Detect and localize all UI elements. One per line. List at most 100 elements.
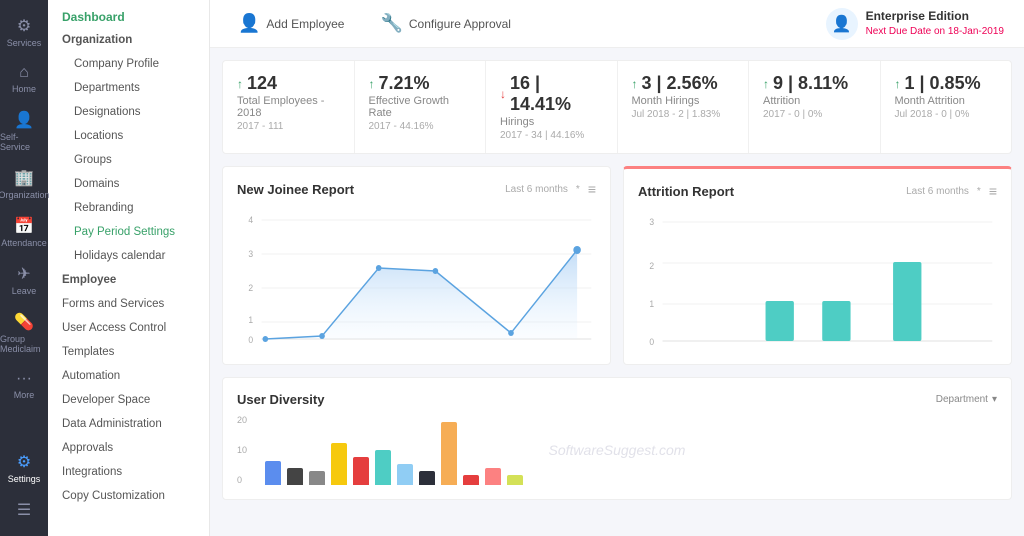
stats-row: ↑ 124 Total Employees - 2018 2017 - 111 … xyxy=(222,60,1012,154)
sidebar-label-more: More xyxy=(14,390,35,400)
diversity-chevron-icon: ▾ xyxy=(992,394,997,405)
div-bar-6 xyxy=(375,450,391,485)
nav-designations[interactable]: Designations xyxy=(48,100,209,124)
stat-arrow-4: ↑ xyxy=(763,77,769,91)
stat-sub-0: 2017 - 111 xyxy=(237,121,340,132)
home-icon: ⌂ xyxy=(19,64,29,82)
enterprise-name: Enterprise Edition xyxy=(866,9,1004,25)
charts-row: New Joinee Report Last 6 months * ≡ 4 3 … xyxy=(222,166,1012,365)
svg-text:1: 1 xyxy=(649,299,654,309)
nav-holidays[interactable]: Holidays calendar xyxy=(48,244,209,268)
configure-approval-label: Configure Approval xyxy=(409,17,511,31)
sidebar-item-leave[interactable]: ✈ Leave xyxy=(0,256,48,304)
stat-value-3: 3 | 2.56% xyxy=(642,73,718,94)
nav-company-profile[interactable]: Company Profile xyxy=(48,52,209,76)
leave-icon: ✈ xyxy=(17,264,30,284)
mediclaim-icon: 💊 xyxy=(14,312,34,332)
sidebar-item-menu[interactable]: ☰ xyxy=(0,492,48,528)
sidebar-item-organization[interactable]: 🏢 Organization xyxy=(0,160,48,208)
nav-forms-services[interactable]: Forms and Services xyxy=(48,292,209,316)
stat-value-5: 1 | 0.85% xyxy=(905,73,981,94)
sidebar-item-selfservice[interactable]: 👤 Self-Service xyxy=(0,102,48,160)
nav-domains[interactable]: Domains xyxy=(48,172,209,196)
nav-departments[interactable]: Departments xyxy=(48,76,209,100)
services-icon: ⚙ xyxy=(17,16,31,36)
nav-templates[interactable]: Templates xyxy=(48,340,209,364)
organization-icon: 🏢 xyxy=(14,168,34,188)
y-label-0: 0 xyxy=(237,475,261,485)
new-joinee-title: New Joinee Report xyxy=(237,182,354,197)
sidebar-label-attendance: Attendance xyxy=(1,238,47,248)
enterprise-sub: Next Due Date on 18-Jan-2019 xyxy=(866,25,1004,38)
nav-automation[interactable]: Automation xyxy=(48,364,209,388)
sidebar-item-services[interactable]: ⚙ Services xyxy=(0,8,48,56)
svg-text:0: 0 xyxy=(248,335,253,345)
diversity-filter[interactable]: Department ▾ xyxy=(936,394,997,405)
stat-label-1: Effective Growth Rate xyxy=(369,95,472,119)
nav-organization[interactable]: Organization xyxy=(48,28,209,52)
stat-label-3: Month Hirings xyxy=(632,95,735,107)
svg-text:4: 4 xyxy=(248,215,253,225)
sidebar-item-more[interactable]: ··· More xyxy=(0,362,48,408)
svg-text:2: 2 xyxy=(649,261,654,271)
new-joinee-chart: New Joinee Report Last 6 months * ≡ 4 3 … xyxy=(222,166,611,365)
nav-dashboard-title[interactable]: Dashboard xyxy=(48,0,209,28)
settings-icon: ⚙ xyxy=(17,452,31,472)
stat-label-0: Total Employees - 2018 xyxy=(237,95,340,119)
sidebar: ⚙ Services ⌂ Home 👤 Self-Service 🏢 Organ… xyxy=(0,0,48,536)
stat-sub-4: 2017 - 0 | 0% xyxy=(763,109,866,120)
sidebar-label-selfservice: Self-Service xyxy=(0,132,48,152)
svg-text:3: 3 xyxy=(248,249,253,259)
configure-approval-button[interactable]: 🔧 Configure Approval xyxy=(372,9,519,38)
stat-month-hirings: ↑ 3 | 2.56% Month Hirings Jul 2018 - 2 |… xyxy=(618,61,750,153)
stat-label-4: Attrition xyxy=(763,95,866,107)
nav-approvals[interactable]: Approvals xyxy=(48,436,209,460)
sidebar-label-home: Home xyxy=(12,84,36,94)
nav-employee[interactable]: Employee xyxy=(48,268,209,292)
div-bar-4 xyxy=(331,443,347,485)
new-joinee-asterisk: * xyxy=(576,184,580,195)
attrition-asterisk: * xyxy=(977,186,981,197)
stat-hirings: ↓ 16 | 14.41% Hirings 2017 - 34 | 44.16% xyxy=(486,61,618,153)
stat-value-1: 7.21% xyxy=(379,73,430,94)
div-bar-7 xyxy=(397,464,413,485)
menu-icon: ☰ xyxy=(17,500,31,520)
nav-data-admin[interactable]: Data Administration xyxy=(48,412,209,436)
nav-pay-period[interactable]: Pay Period Settings xyxy=(48,220,209,244)
div-bar-9 xyxy=(441,422,457,485)
add-employee-button[interactable]: 👤 Add Employee xyxy=(230,9,352,38)
nav-copy-custom[interactable]: Copy Customization xyxy=(48,484,209,508)
new-joinee-svg: 4 3 2 1 0 xyxy=(237,205,596,345)
stat-total-employees: ↑ 124 Total Employees - 2018 2017 - 111 xyxy=(223,61,355,153)
nav-rebranding[interactable]: Rebranding xyxy=(48,196,209,220)
configure-approval-icon: 🔧 xyxy=(380,13,402,34)
sidebar-item-mediclaim[interactable]: 💊 Group Mediclaim xyxy=(0,304,48,362)
sidebar-item-home[interactable]: ⌂ Home xyxy=(0,56,48,102)
sidebar-item-attendance[interactable]: 📅 Attendance xyxy=(0,208,48,256)
stat-sub-5: Jul 2018 - 0 | 0% xyxy=(895,109,998,120)
main-content: 👤 Add Employee 🔧 Configure Approval 👤 En… xyxy=(210,0,1024,536)
stat-sub-2: 2017 - 34 | 44.16% xyxy=(500,130,603,141)
nav-developer[interactable]: Developer Space xyxy=(48,388,209,412)
stat-value-0: 124 xyxy=(247,73,277,94)
nav-integrations[interactable]: Integrations xyxy=(48,460,209,484)
sidebar-label-mediclaim: Group Mediclaim xyxy=(0,334,48,354)
stat-month-attrition: ↑ 1 | 0.85% Month Attrition Jul 2018 - 0… xyxy=(881,61,1012,153)
nav-user-access[interactable]: User Access Control xyxy=(48,316,209,340)
stat-arrow-5: ↑ xyxy=(895,77,901,91)
stat-label-2: Hirings xyxy=(500,116,603,128)
new-joinee-menu-icon[interactable]: ≡ xyxy=(588,181,596,197)
attrition-period: Last 6 months xyxy=(906,186,969,197)
svg-text:3: 3 xyxy=(649,217,654,227)
sidebar-label-leave: Leave xyxy=(12,286,37,296)
diversity-title: User Diversity xyxy=(237,392,324,407)
stat-arrow-0: ↑ xyxy=(237,77,243,91)
nav-locations[interactable]: Locations xyxy=(48,124,209,148)
sidebar-item-settings[interactable]: ⚙ Settings xyxy=(0,444,48,492)
attrition-menu-icon[interactable]: ≡ xyxy=(989,183,997,199)
nav-groups[interactable]: Groups xyxy=(48,148,209,172)
div-bar-3 xyxy=(309,471,325,485)
svg-text:1: 1 xyxy=(248,315,253,325)
stat-value-4: 9 | 8.11% xyxy=(773,73,848,94)
sidebar-label-organization: Organization xyxy=(0,190,50,200)
